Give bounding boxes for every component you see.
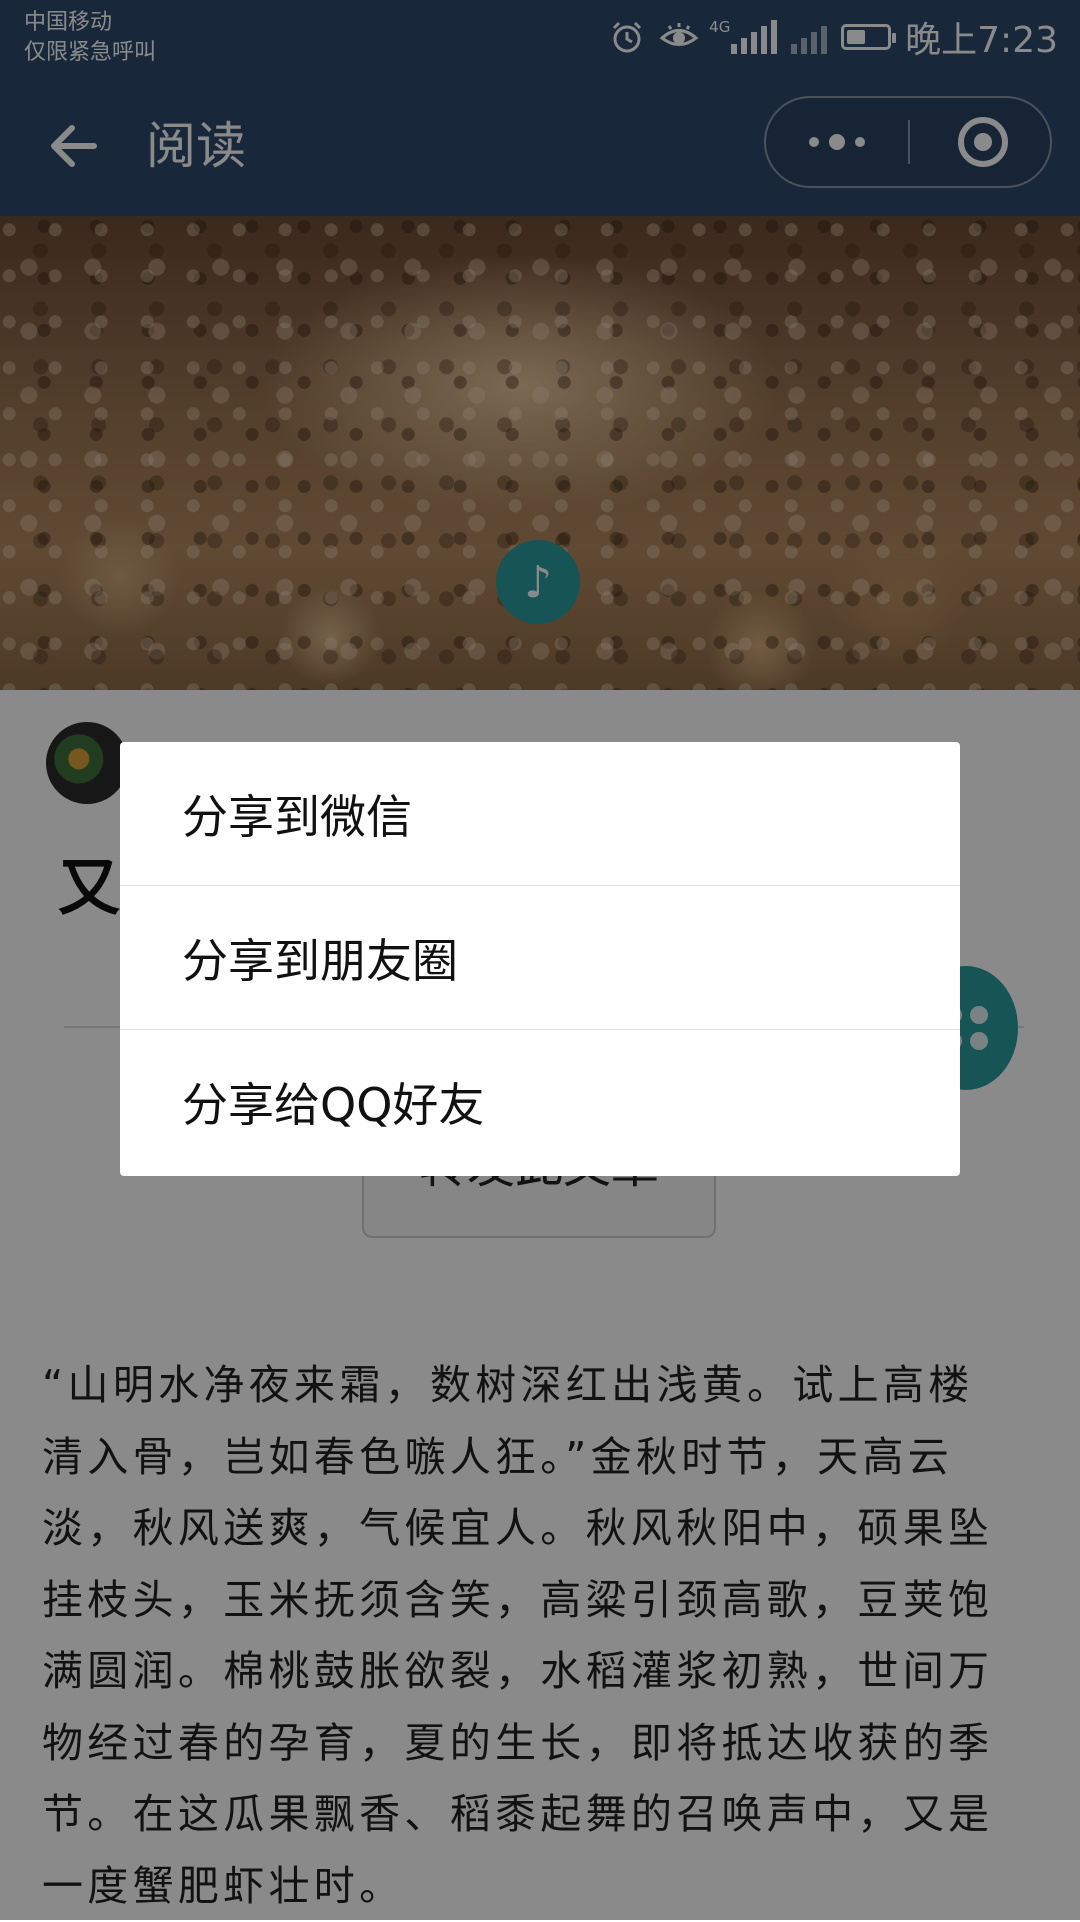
share-to-qq-option[interactable]: 分享给QQ好友 [120,1030,960,1174]
share-to-moments-option[interactable]: 分享到朋友圈 [120,886,960,1030]
share-action-sheet: 分享到微信 分享到朋友圈 分享给QQ好友 [120,742,960,1176]
share-to-wechat-option[interactable]: 分享到微信 [120,742,960,886]
